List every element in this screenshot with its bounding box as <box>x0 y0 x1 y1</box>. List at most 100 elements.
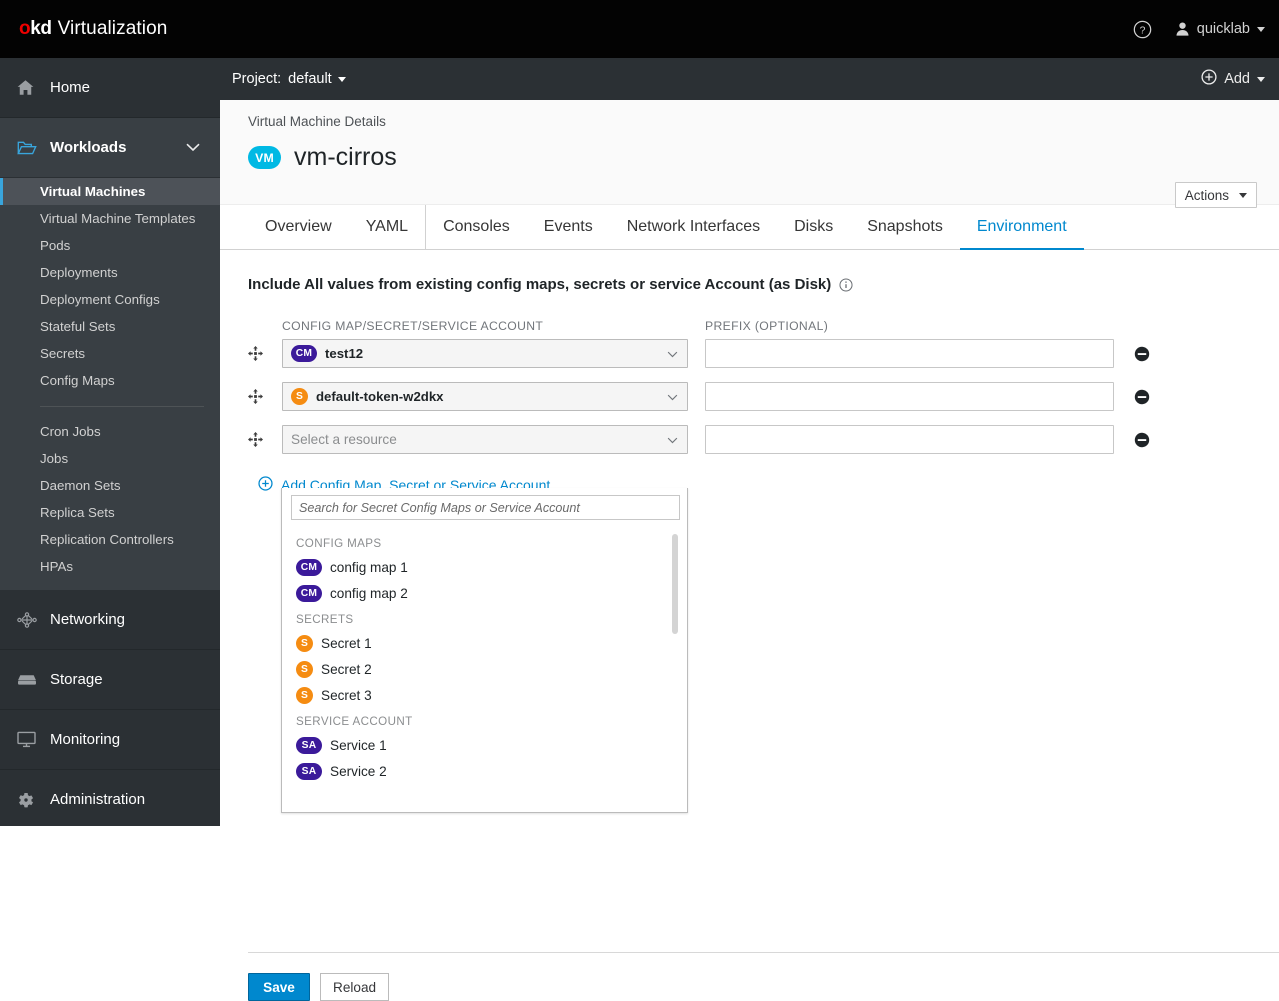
dropdown-list: CONFIG MAPS CM config map 1 CM config ma… <box>282 526 687 809</box>
dropdown-search-input[interactable] <box>291 495 680 520</box>
actions-button[interactable]: Actions <box>1174 182 1257 208</box>
list-item[interactable]: CM config map 1 <box>282 554 687 580</box>
tab-overview[interactable]: Overview <box>248 205 349 249</box>
project-selector[interactable]: default <box>288 71 346 87</box>
list-item-label: Service 2 <box>330 763 387 779</box>
sidebar-item-replication-controllers[interactable]: Replication Controllers <box>0 526 220 553</box>
sidebar-label: Secrets <box>40 346 86 361</box>
folder-open-icon <box>17 139 39 157</box>
dropdown-group-config-maps: CONFIG MAPS <box>296 537 382 550</box>
sidebar-item-config-maps[interactable]: Config Maps <box>0 367 220 394</box>
sidebar-item-secrets[interactable]: Secrets <box>0 340 220 367</box>
sidebar-item-virtual-machine-templates[interactable]: Virtual Machine Templates <box>0 205 220 232</box>
reload-button-label: Reload <box>333 979 377 995</box>
chevron-down-icon <box>667 389 678 404</box>
list-item[interactable]: S Secret 3 <box>282 682 687 708</box>
sidebar-item-storage[interactable]: Storage <box>0 650 220 710</box>
dropdown-scrollbar[interactable] <box>672 534 678 802</box>
sidebar-label: Deployments <box>40 265 118 280</box>
sidebar-item-deployment-configs[interactable]: Deployment Configs <box>0 286 220 313</box>
sidebar-item-deployments[interactable]: Deployments <box>0 259 220 286</box>
actions-button-label: Actions <box>1184 187 1229 203</box>
tab-events[interactable]: Events <box>527 205 610 249</box>
table-row: Select a resource <box>248 425 1251 454</box>
reload-button[interactable]: Reload <box>320 973 390 1001</box>
sidebar-item-monitoring[interactable]: Monitoring <box>0 710 220 770</box>
list-item[interactable]: CM config map 2 <box>282 580 687 606</box>
sidebar-item-pods[interactable]: Pods <box>0 232 220 259</box>
list-item[interactable]: S Secret 2 <box>282 656 687 682</box>
vm-badge: VM <box>248 146 281 169</box>
configmap-badge: CM <box>296 558 322 576</box>
secret-badge: S <box>291 388 308 405</box>
drag-handle-icon[interactable] <box>248 346 282 361</box>
project-label: Project: <box>232 71 282 87</box>
info-circle-icon[interactable] <box>839 277 853 292</box>
sidebar-item-hpas[interactable]: HPAs <box>0 553 220 580</box>
column-header-prefix: PREFIX (OPTIONAL) <box>705 319 829 333</box>
sidebar-item-daemon-sets[interactable]: Daemon Sets <box>0 472 220 499</box>
list-item[interactable]: SA Service 2 <box>282 758 687 784</box>
remove-row-button[interactable] <box>1133 431 1150 448</box>
save-button[interactable]: Save <box>248 973 310 1001</box>
sidebar-label-workloads: Workloads <box>50 139 127 156</box>
prefix-input[interactable] <box>705 425 1114 454</box>
sidebar-item-cron-jobs[interactable]: Cron Jobs <box>0 418 220 445</box>
prefix-input[interactable] <box>705 339 1114 368</box>
save-button-label: Save <box>263 979 295 995</box>
sidebar-item-administration[interactable]: Administration <box>0 770 220 826</box>
sidebar-item-networking[interactable]: Networking <box>0 590 220 650</box>
gear-icon <box>17 791 39 809</box>
tab-yaml[interactable]: YAML <box>349 205 427 249</box>
sidebar-label: Virtual Machine Templates <box>40 211 196 226</box>
chevron-down-icon <box>186 139 200 156</box>
sidebar-item-jobs[interactable]: Jobs <box>0 445 220 472</box>
list-item[interactable]: SA Service 1 <box>282 732 687 758</box>
brand-letters-kd: kd <box>30 18 52 39</box>
sidebar-label-networking: Networking <box>50 611 126 628</box>
chevron-down-icon <box>1257 76 1265 82</box>
username-label: quicklab <box>1196 21 1250 37</box>
tab-environment[interactable]: Environment <box>959 205 1084 250</box>
tab-label: Environment <box>976 218 1067 235</box>
tab-consoles[interactable]: Consoles <box>426 205 527 249</box>
sidebar-item-replica-sets[interactable]: Replica Sets <box>0 499 220 526</box>
user-menu[interactable]: quicklab <box>1175 21 1265 37</box>
sidebar-item-home[interactable]: Home <box>0 58 220 118</box>
project-bar: Project: default Add <box>220 58 1279 100</box>
tab-network-interfaces[interactable]: Network Interfaces <box>610 205 777 249</box>
drag-handle-icon[interactable] <box>248 432 282 447</box>
resource-select-open[interactable]: Select a resource <box>282 425 688 454</box>
brand-suffix: Virtualization <box>57 18 168 39</box>
remove-row-button[interactable] <box>1133 345 1150 362</box>
sidebar-item-workloads[interactable]: Workloads <box>0 118 220 178</box>
help-circle-icon[interactable]: ? <box>1130 16 1156 42</box>
resource-select[interactable]: CM test12 <box>282 339 688 368</box>
column-header-resource: CONFIG MAP/SECRET/SERVICE ACCOUNT <box>282 319 544 333</box>
page-header: Virtual Machine Details VM vm-cirros Act… <box>220 100 1279 208</box>
drag-handle-icon[interactable] <box>248 389 282 404</box>
prefix-input[interactable] <box>705 382 1114 411</box>
sidebar-label: HPAs <box>40 559 74 574</box>
tab-disks[interactable]: Disks <box>777 205 850 249</box>
dropdown-scrollbar-thumb[interactable] <box>672 534 678 634</box>
chevron-down-icon <box>1257 26 1265 32</box>
form-description-text: Include All values from existing config … <box>248 276 832 293</box>
remove-row-button[interactable] <box>1133 388 1150 405</box>
add-button-label: Add <box>1224 71 1250 87</box>
plus-circle-icon <box>258 476 273 494</box>
list-item[interactable]: S Secret 1 <box>282 630 687 656</box>
sidebar-item-virtual-machines[interactable]: Virtual Machines <box>0 178 220 205</box>
tab-label: Events <box>543 218 593 235</box>
add-button[interactable]: Add <box>1201 69 1265 89</box>
resource-select[interactable]: S default-token-w2dkx <box>282 382 688 411</box>
tab-snapshots[interactable]: Snapshots <box>850 205 960 249</box>
secret-badge: S <box>296 634 313 652</box>
tab-label: Disks <box>794 218 834 235</box>
sidebar-item-stateful-sets[interactable]: Stateful Sets <box>0 313 220 340</box>
sidebar-divider <box>40 406 204 407</box>
list-item-label: Secret 3 <box>321 687 372 703</box>
brand-logo[interactable]: okd Virtualization <box>19 18 167 40</box>
serviceaccount-badge: SA <box>296 736 322 754</box>
footer-divider <box>248 952 1279 953</box>
